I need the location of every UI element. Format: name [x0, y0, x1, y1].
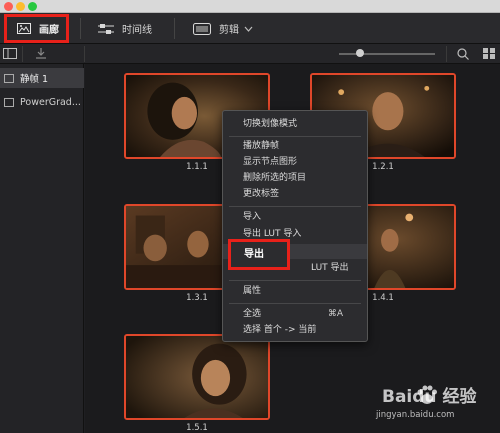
menu-item-select-all[interactable]: 全选 ⌘A — [223, 307, 367, 322]
gallery-icon — [17, 23, 31, 34]
album-icon — [4, 97, 14, 107]
gallery-label: 画廊 — [39, 25, 59, 36]
menu-item-switch-wipe-mode[interactable]: 切换划像模式 — [223, 117, 367, 132]
timeline-label: 时间线 — [122, 25, 152, 36]
menu-item-show-node-graph[interactable]: 显示节点图形 — [223, 155, 367, 170]
menu-separator — [229, 280, 361, 281]
edit-panel-icon — [193, 22, 211, 35]
album-list: 静帧 1 PowerGrad... — [0, 64, 84, 433]
thumbnail-size-slider[interactable] — [339, 53, 435, 55]
menu-item-select-first-to-current[interactable]: 选择 首个 -> 当前 — [223, 323, 367, 338]
edit-dropdown-button[interactable]: 剪辑 — [193, 13, 253, 44]
album-label: 静帧 1 — [20, 74, 49, 85]
top-toolbar: 画廊 时间线 剪辑 — [0, 13, 500, 44]
gallery-subbar — [0, 44, 500, 64]
menu-item-change-label[interactable]: 更改标签 — [223, 187, 367, 202]
select-all-label: 全选 — [243, 309, 262, 319]
baidu-watermark: Baidu 经验 jingyan.baidu.com — [372, 380, 498, 430]
subbar-divider — [446, 46, 447, 62]
album-label: PowerGrad... — [20, 96, 81, 108]
close-window-button[interactable] — [4, 2, 13, 11]
still-thumbnail-1-5-1[interactable] — [124, 334, 270, 420]
select-all-shortcut: ⌘A — [327, 309, 343, 319]
subbar-divider — [22, 46, 23, 62]
title-bar — [0, 0, 500, 13]
toolbar-divider — [80, 18, 81, 39]
menu-item-import[interactable]: 导入 — [223, 210, 367, 225]
timeline-button[interactable]: 时间线 — [98, 13, 152, 44]
menu-separator — [229, 303, 361, 304]
watermark-url: jingyan.baidu.com — [376, 410, 455, 420]
minimize-window-button[interactable] — [16, 2, 25, 11]
edit-label: 剪辑 — [219, 25, 239, 36]
watermark-main-text: Baidu 经验 — [382, 387, 477, 407]
menu-separator — [229, 136, 361, 137]
search-icon[interactable] — [456, 47, 470, 60]
menu-item-export[interactable]: 导出 — [228, 239, 290, 270]
album-item-powergrade[interactable]: PowerGrad... — [0, 92, 84, 112]
menu-separator — [229, 206, 361, 207]
menu-item-play-still[interactable]: 播放静帧 — [223, 139, 367, 154]
toolbar-divider — [174, 18, 175, 39]
grid-view-icon[interactable] — [482, 47, 496, 60]
slider-knob[interactable] — [356, 49, 365, 57]
download-icon[interactable] — [34, 47, 48, 60]
menu-item-delete-selected[interactable]: 删除所选的项目 — [223, 171, 367, 186]
subbar-divider — [84, 46, 85, 62]
context-menu: 切换划像模式 播放静帧 显示节点图形 删除所选的项目 更改标签 导入 导出 LU… — [222, 110, 368, 342]
still-label: 1.5.1 — [186, 423, 208, 433]
timeline-icon — [98, 23, 114, 34]
chevron-down-icon — [244, 26, 253, 32]
zoom-window-button[interactable] — [28, 2, 37, 11]
album-item-stills-1[interactable]: 静帧 1 — [0, 68, 84, 88]
gallery-button[interactable]: 画廊 — [4, 14, 69, 43]
woman-smiling-thumbnail — [126, 336, 268, 418]
menu-item-properties[interactable]: 属性 — [223, 284, 367, 299]
album-icon — [4, 73, 14, 83]
panel-toggle-icon[interactable] — [3, 47, 17, 60]
app-window: 画廊 时间线 剪辑 静帧 1 PowerGrad... 1.1.1 1.2.1 … — [0, 0, 500, 433]
